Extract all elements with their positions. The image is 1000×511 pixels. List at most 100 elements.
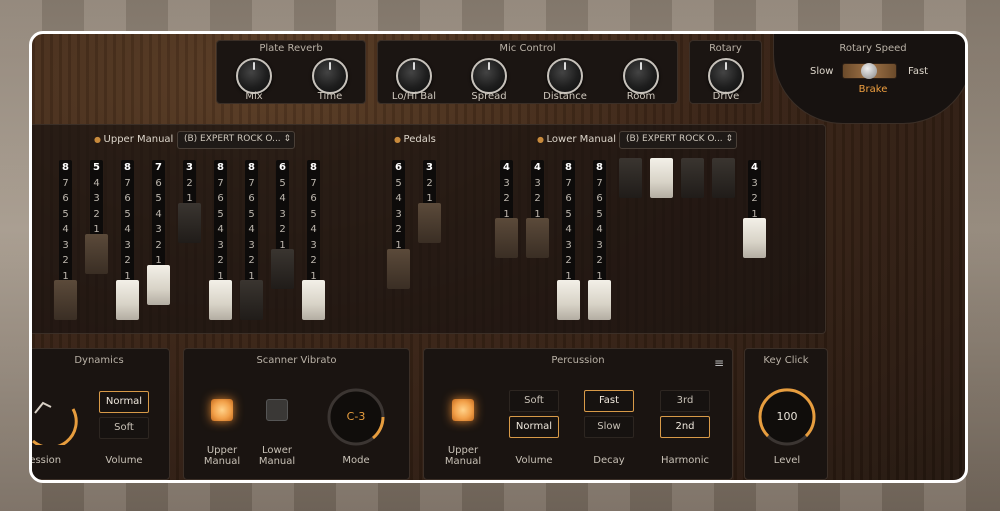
drawbar-num: 4 <box>596 224 603 235</box>
spread-knob[interactable] <box>471 58 507 94</box>
drawbar-num: 2 <box>155 239 162 251</box>
distance-knob[interactable] <box>547 58 583 94</box>
lower-drawbar-7-handle[interactable] <box>681 158 704 198</box>
drawbar-num: 4 <box>751 162 758 173</box>
lower-drawbar-4-handle[interactable] <box>588 280 611 320</box>
drawbar-num: 2 <box>596 255 603 266</box>
drawbar-num: 7 <box>217 177 224 189</box>
rotary-speed-knob[interactable] <box>861 63 877 79</box>
drawbar-num: 4 <box>395 193 402 204</box>
upper-manual-vibrato-lamp[interactable] <box>211 399 233 421</box>
drawbar-9-scale: 87654321 <box>307 160 320 284</box>
drawbar-5-scale: 321 <box>183 160 196 207</box>
drawbar-2-handle[interactable] <box>85 234 108 274</box>
drawbar-num: 6 <box>596 193 603 204</box>
drawbar-7-handle[interactable] <box>240 280 263 320</box>
drawbar-num: 5 <box>93 162 100 173</box>
time-knob[interactable] <box>312 58 348 94</box>
lower-drawbar-1-handle[interactable] <box>495 218 518 258</box>
drawbar-num: 8 <box>124 162 131 173</box>
chevron-updown-icon: ⇕ <box>283 134 292 144</box>
drawbar-num: 6 <box>248 193 255 204</box>
drawbar-num: 7 <box>565 177 572 189</box>
volume-soft-button[interactable]: Soft <box>99 417 149 439</box>
lower-drawbar-6-handle[interactable] <box>650 158 673 198</box>
drawbar-4-scale: 7654321 <box>152 160 165 269</box>
mix-knob[interactable] <box>236 58 272 94</box>
drawbar-num: 3 <box>186 162 193 173</box>
lower-drawbar-3-handle[interactable] <box>557 280 580 320</box>
percussion-panel: Percussion ≡ Upper Manual Soft Normal Vo… <box>423 348 733 480</box>
percussion-upper-manual-lamp[interactable] <box>452 399 474 421</box>
drawbar-num: 4 <box>62 224 69 235</box>
lower-drawbar-5-handle[interactable] <box>619 158 642 198</box>
mic-control-panel: Mic Control Lo/Hi Bal Spread Distance Ro… <box>377 40 678 104</box>
mode-value: C-3 <box>346 410 366 423</box>
decay-fast-button[interactable]: Fast <box>584 390 634 412</box>
room-knob[interactable] <box>623 58 659 94</box>
drawbar-num: 5 <box>155 193 162 204</box>
pedal-drawbar-2-handle[interactable] <box>418 203 441 243</box>
drawbar-num: 5 <box>248 208 255 220</box>
pedal-drawbar-1-handle[interactable] <box>387 249 410 289</box>
drawbar-4-handle[interactable] <box>147 265 170 305</box>
lower-drawbar-2-handle[interactable] <box>526 218 549 258</box>
mix-label: Mix <box>245 91 263 102</box>
drawbar-num: 4 <box>93 177 100 189</box>
upper-manual-header: ● Upper Manual <box>94 134 173 145</box>
drawbar-num: 8 <box>565 162 572 173</box>
percussion-volume-normal-button[interactable]: Normal <box>509 416 559 438</box>
volume-normal-button[interactable]: Normal <box>99 391 149 413</box>
drawbar-num: 4 <box>124 224 131 235</box>
harmonic-3rd-button[interactable]: 3rd <box>660 390 710 412</box>
drawbar-num: 6 <box>279 162 286 173</box>
lo-hi-bal-knob[interactable] <box>396 58 432 94</box>
drawbar-num: 5 <box>62 208 69 220</box>
rotary-speed-switch[interactable] <box>842 63 897 79</box>
drawbar-num: 3 <box>426 162 433 173</box>
hamburger-icon[interactable]: ≡ <box>714 356 724 370</box>
drawbar-6-handle[interactable] <box>209 280 232 320</box>
rotary-speed-panel: Rotary Speed Slow Fast Brake <box>773 34 965 124</box>
drawbar-8-handle[interactable] <box>271 249 294 289</box>
drawbar-num: 8 <box>596 162 603 173</box>
drawbar-num: 7 <box>124 177 131 189</box>
lower-manual-header: ● Lower Manual <box>537 134 616 145</box>
fast-label: Fast <box>908 66 929 77</box>
drawbar-num: 7 <box>62 177 69 189</box>
expression-dial[interactable] <box>29 385 79 445</box>
drawbar-num: 2 <box>217 255 224 266</box>
lower-drawbar-2-scale: 4321 <box>531 160 544 222</box>
harmonic-2nd-button[interactable]: 2nd <box>660 416 710 438</box>
drawbar-num: 7 <box>310 177 317 189</box>
brake-label[interactable]: Brake <box>774 84 965 95</box>
drawbar-num: 7 <box>248 177 255 189</box>
lower-manual-vibrato-lamp[interactable] <box>266 399 288 421</box>
drawbar-num: 4 <box>310 224 317 235</box>
drawbar-9-handle[interactable] <box>302 280 325 320</box>
percussion-volume-soft-button[interactable]: Soft <box>509 390 559 412</box>
lower-drawbar-9-handle[interactable] <box>743 218 766 258</box>
drawbar-num: 7 <box>155 162 162 173</box>
lower-drawbar-3-scale: 87654321 <box>562 160 575 284</box>
pedal-drawbar-2-scale: 321 <box>423 160 436 207</box>
drawbar-3-handle[interactable] <box>116 280 139 320</box>
drawbar-num: 5 <box>395 177 402 189</box>
upper-manual-vibrato-label: Upper Manual <box>203 445 241 467</box>
lower-drawbar-8-handle[interactable] <box>712 158 735 198</box>
drawbar-num: 2 <box>503 193 510 204</box>
drawbar-num: 8 <box>310 162 317 173</box>
drawbar-5-handle[interactable] <box>178 203 201 243</box>
lower-preset-select[interactable]: (B) EXPERT ROCK O... ⇕ <box>619 131 737 149</box>
drawbar-1-handle[interactable] <box>54 280 77 320</box>
drawbar-1-scale: 87654321 <box>59 160 72 284</box>
time-label: Time <box>317 91 343 102</box>
drawbar-num: 4 <box>503 162 510 173</box>
rotary-panel: Rotary Drive <box>689 40 762 104</box>
drawbar-num: 2 <box>93 208 100 220</box>
decay-slow-button[interactable]: Slow <box>584 416 634 438</box>
upper-preset-select[interactable]: (B) EXPERT ROCK O... ⇕ <box>177 131 295 149</box>
drive-knob[interactable] <box>708 58 744 94</box>
mic-control-title: Mic Control <box>499 43 556 54</box>
drawbar-num: 6 <box>565 193 572 204</box>
